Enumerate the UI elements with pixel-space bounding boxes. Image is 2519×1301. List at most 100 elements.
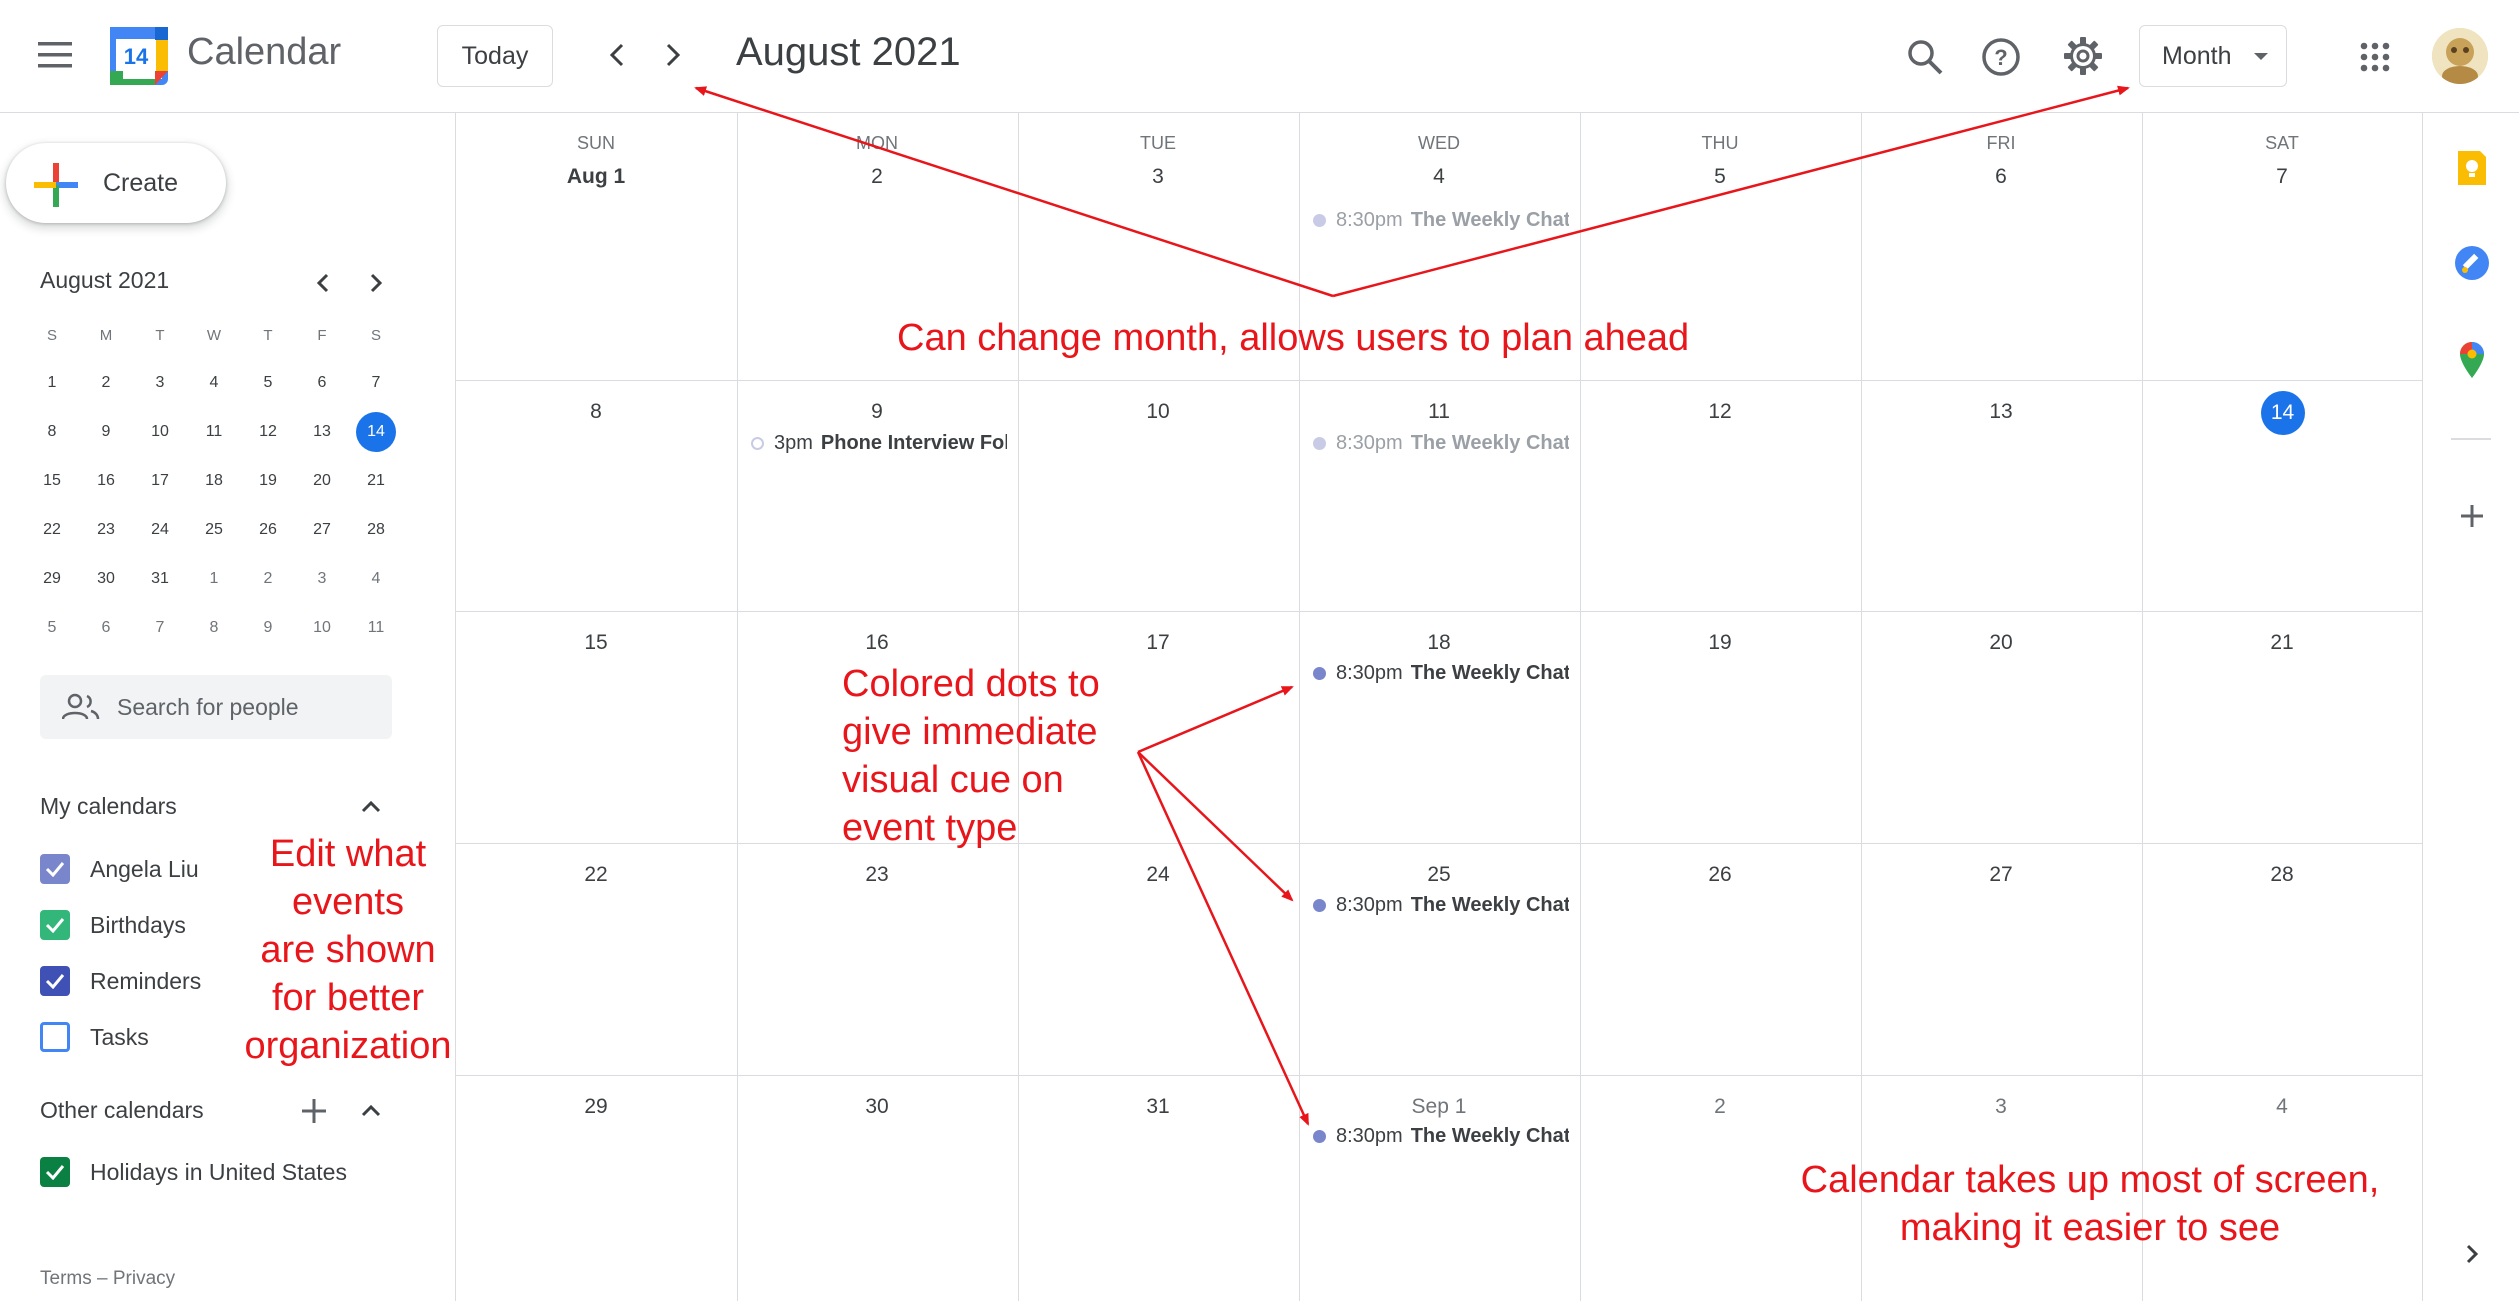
day-number[interactable]: 12 [1580, 400, 1860, 424]
calendar-toggle-row[interactable]: Tasks [40, 1019, 149, 1055]
mini-calendar-day[interactable]: 31 [140, 559, 180, 599]
calendar-logo-icon[interactable]: 14 [110, 27, 168, 85]
day-number[interactable]: 3 [1861, 1095, 2141, 1119]
day-number[interactable]: 16 [737, 631, 1017, 655]
mini-calendar-day[interactable]: 13 [302, 412, 342, 452]
mini-calendar-day[interactable]: 1 [194, 559, 234, 599]
day-cell[interactable] [456, 113, 737, 380]
tasks-icon[interactable] [2447, 238, 2497, 288]
checkbox-checked-icon[interactable] [40, 910, 70, 940]
mini-calendar-day[interactable]: 4 [194, 363, 234, 403]
day-number[interactable]: 21 [2142, 631, 2422, 655]
mini-calendar-day[interactable]: 11 [356, 608, 396, 648]
day-number[interactable]: Sep 1 [1299, 1095, 1579, 1119]
day-number[interactable]: 30 [737, 1095, 1017, 1119]
mini-calendar-day[interactable]: 7 [140, 608, 180, 648]
mini-calendar-day[interactable]: 5 [32, 608, 72, 648]
day-number[interactable]: 5 [1580, 165, 1860, 189]
day-cell[interactable] [2142, 113, 2423, 380]
mini-calendar-day[interactable]: 8 [194, 608, 234, 648]
mini-calendar-day[interactable]: 3 [302, 559, 342, 599]
mini-calendar-day[interactable]: 4 [356, 559, 396, 599]
mini-calendar-day[interactable]: 8 [32, 412, 72, 452]
day-number[interactable]: 28 [2142, 863, 2422, 887]
add-other-calendar-icon[interactable] [294, 1091, 334, 1131]
day-number[interactable]: 2 [1580, 1095, 1860, 1119]
mini-calendar-day[interactable]: 22 [32, 510, 72, 550]
mini-calendar-day[interactable]: 24 [140, 510, 180, 550]
calendar-event[interactable]: 8:30pm The Weekly Chat [1313, 1121, 1569, 1151]
mini-calendar-day[interactable]: 7 [356, 363, 396, 403]
view-mode-select[interactable]: Month [2139, 25, 2287, 87]
calendar-event[interactable]: 3pm Phone Interview Follow-up [751, 428, 1007, 458]
today-date-circle[interactable]: 14 [2260, 391, 2305, 435]
account-avatar[interactable] [2432, 28, 2488, 84]
calendar-event[interactable]: 8:30pm The Weekly Chat [1313, 890, 1569, 920]
day-number[interactable]: 9 [737, 400, 1017, 424]
day-number[interactable]: 11 [1299, 400, 1579, 424]
mini-calendar-day[interactable]: 28 [356, 510, 396, 550]
day-number[interactable]: 2 [737, 165, 1017, 189]
expand-panel-chevron-icon[interactable] [2447, 1229, 2497, 1279]
mini-calendar-day[interactable]: 10 [140, 412, 180, 452]
help-icon[interactable]: ? [1976, 32, 2026, 82]
app-title[interactable]: Calendar [187, 31, 341, 74]
create-button[interactable]: Create [6, 143, 226, 223]
mini-calendar-day[interactable]: 18 [194, 461, 234, 501]
keep-icon[interactable] [2447, 143, 2497, 193]
mini-calendar-day[interactable]: 9 [248, 608, 288, 648]
settings-gear-icon[interactable] [2058, 31, 2108, 81]
mini-calendar-day[interactable]: 2 [248, 559, 288, 599]
mini-calendar-day[interactable]: 11 [194, 412, 234, 452]
mini-calendar-day[interactable]: 9 [86, 412, 126, 452]
day-number[interactable]: 19 [1580, 631, 1860, 655]
day-number[interactable]: 10 [1018, 400, 1298, 424]
maps-icon[interactable] [2447, 335, 2497, 385]
day-number[interactable]: 3 [1018, 165, 1298, 189]
day-cell[interactable] [1861, 113, 2142, 380]
search-icon[interactable] [1900, 32, 1950, 82]
calendar-event[interactable]: 8:30pm The Weekly Chat [1313, 658, 1569, 688]
day-number[interactable]: 4 [1299, 165, 1579, 189]
mini-calendar-day[interactable]: 19 [248, 461, 288, 501]
calendar-event[interactable]: 8:30pm The Weekly Chat [1313, 428, 1569, 458]
other-calendars-heading[interactable]: Other calendars [40, 1097, 204, 1124]
mini-calendar-day[interactable]: 25 [194, 510, 234, 550]
mini-calendar-day[interactable]: 6 [302, 363, 342, 403]
checkbox-checked-icon[interactable] [40, 966, 70, 996]
mini-calendar-day[interactable]: 1 [32, 363, 72, 403]
day-number[interactable]: 15 [456, 631, 736, 655]
day-number[interactable]: 20 [1861, 631, 2141, 655]
day-number[interactable]: 4 [2142, 1095, 2422, 1119]
checkbox-checked-icon[interactable] [40, 1157, 70, 1187]
mini-calendar-day[interactable]: 29 [32, 559, 72, 599]
day-number[interactable]: 22 [456, 863, 736, 887]
checkbox-checked-icon[interactable] [40, 854, 70, 884]
mini-calendar-day[interactable]: 27 [302, 510, 342, 550]
day-number[interactable]: 31 [1018, 1095, 1298, 1119]
day-number[interactable]: 17 [1018, 631, 1298, 655]
day-number[interactable]: Aug 1 [456, 165, 736, 189]
mini-calendar-day[interactable]: 14 [356, 412, 396, 452]
my-calendars-heading[interactable]: My calendars [40, 793, 177, 820]
mini-next-month-button[interactable] [356, 263, 396, 303]
checkbox-unchecked-icon[interactable] [40, 1022, 70, 1052]
mini-calendar-day[interactable]: 15 [32, 461, 72, 501]
mini-prev-month-button[interactable] [303, 263, 343, 303]
mini-calendar-day[interactable]: 30 [86, 559, 126, 599]
previous-month-button[interactable] [594, 32, 640, 78]
mini-calendar-day[interactable]: 12 [248, 412, 288, 452]
apps-grid-icon[interactable] [2350, 32, 2400, 82]
mini-calendar-day[interactable]: 10 [302, 608, 342, 648]
calendar-toggle-row[interactable]: Reminders [40, 963, 201, 999]
day-number[interactable]: 7 [2142, 165, 2422, 189]
today-button[interactable]: Today [437, 25, 553, 87]
mini-calendar-day[interactable]: 26 [248, 510, 288, 550]
mini-calendar-day[interactable]: 21 [356, 461, 396, 501]
mini-calendar-day[interactable]: 20 [302, 461, 342, 501]
calendar-toggle-row[interactable]: Angela Liu [40, 851, 199, 887]
next-month-button[interactable] [650, 32, 696, 78]
mini-calendar-day[interactable]: 23 [86, 510, 126, 550]
mini-calendar-day[interactable]: 16 [86, 461, 126, 501]
day-number[interactable]: 6 [1861, 165, 2141, 189]
